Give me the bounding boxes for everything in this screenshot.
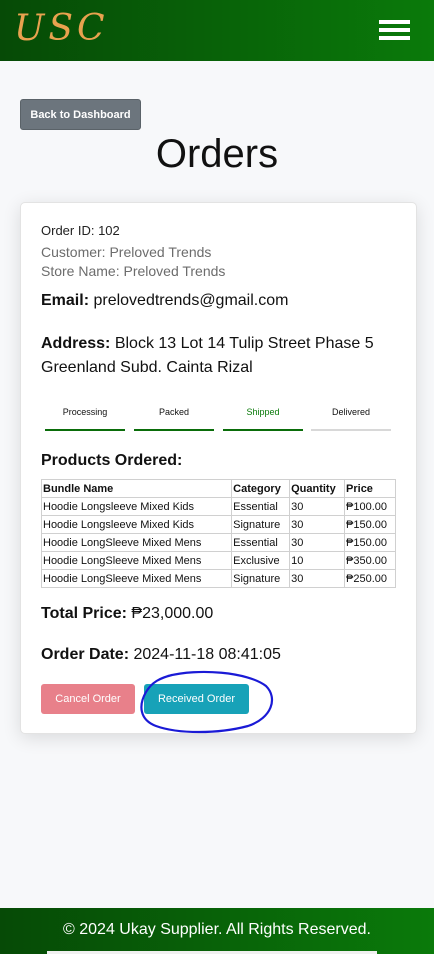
table-row: Hoodie LongSleeve Mixed Mens Exclusive 1… (40, 551, 396, 570)
cell-quantity: 30 (289, 497, 346, 516)
table-row: Hoodie Longsleeve Mixed Kids Signature 3… (40, 515, 396, 534)
email-value: prelovedtrends@gmail.com (93, 292, 289, 309)
cell-price: ₱350.00 (344, 551, 396, 570)
brand-logo[interactable]: USC (14, 8, 109, 49)
cell-bundle-name: Hoodie Longsleeve Mixed Kids (40, 515, 233, 534)
column-header-category: Category (231, 479, 291, 498)
page-title: Orders (155, 132, 279, 176)
column-header-quantity: Quantity (289, 479, 346, 498)
store-name: Store Name: Preloved Trends (41, 263, 226, 279)
cell-quantity: 30 (289, 569, 346, 588)
cell-quantity: 30 (289, 515, 346, 534)
table-row: Hoodie LongSleeve Mixed Mens Signature 3… (40, 569, 396, 588)
products-heading: Products Ordered: (41, 452, 183, 469)
back-to-dashboard-button[interactable]: Back to Dashboard (20, 99, 141, 130)
email-line: Email: prelovedtrends@gmail.com (41, 292, 288, 310)
cell-price: ₱150.00 (344, 515, 396, 534)
cell-quantity: 30 (289, 533, 346, 552)
table-row: Hoodie LongSleeve Mixed Mens Essential 3… (40, 533, 396, 552)
total-price-value: ₱23,000.00 (131, 605, 214, 622)
status-step-packed: Packed (134, 407, 214, 431)
cell-price: ₱250.00 (344, 569, 396, 588)
cell-price: ₱150.00 (344, 533, 396, 552)
cell-category: Signature (231, 569, 291, 588)
hamburger-menu-icon[interactable] (379, 20, 410, 40)
order-date-value: 2024-11-18 08:41:05 (133, 646, 281, 663)
cell-bundle-name: Hoodie LongSleeve Mixed Mens (40, 551, 233, 570)
order-id: Order ID: 102 (41, 223, 120, 238)
order-date-line: Order Date: 2024-11-18 08:41:05 (41, 646, 281, 664)
cell-bundle-name: Hoodie LongSleeve Mixed Mens (40, 533, 233, 552)
top-navbar: USC (0, 0, 434, 61)
products-table: Bundle Name Category Quantity Price Hood… (40, 479, 396, 588)
cell-category: Essential (231, 497, 291, 516)
status-step-shipped: Shipped (223, 407, 303, 431)
copyright-text: © 2024 Ukay Supplier. All Rights Reserve… (63, 921, 371, 938)
status-step-delivered: Delivered (311, 407, 391, 431)
table-header-row: Bundle Name Category Quantity Price (40, 479, 396, 498)
cancel-order-button[interactable]: Cancel Order (41, 684, 135, 714)
table-row: Hoodie Longsleeve Mixed Kids Essential 3… (40, 497, 396, 516)
received-order-button[interactable]: Received Order (144, 684, 249, 714)
order-date-label: Order Date: (41, 646, 130, 663)
address-label: Address: (41, 335, 111, 352)
page-footer: © 2024 Ukay Supplier. All Rights Reserve… (0, 908, 434, 954)
address-line: Address: Block 13 Lot 14 Tulip Street Ph… (41, 332, 391, 380)
email-label: Email: (41, 292, 90, 309)
order-card: Order ID: 102 Customer: Preloved Trends … (20, 202, 417, 734)
column-header-bundle-name: Bundle Name (40, 479, 233, 498)
cell-category: Exclusive (231, 551, 291, 570)
cell-bundle-name: Hoodie LongSleeve Mixed Mens (40, 569, 233, 588)
status-step-processing: Processing (45, 407, 125, 431)
order-status-tracker: Processing Packed Shipped Delivered (45, 407, 393, 433)
cell-quantity: 10 (289, 551, 346, 570)
cell-bundle-name: Hoodie Longsleeve Mixed Kids (40, 497, 233, 516)
cell-category: Signature (231, 515, 291, 534)
cell-price: ₱100.00 (344, 497, 396, 516)
total-price-label: Total Price: (41, 605, 127, 622)
customer-name: Customer: Preloved Trends (41, 244, 212, 260)
column-header-price: Price (344, 479, 396, 498)
total-price-line: Total Price: ₱23,000.00 (41, 605, 213, 623)
cell-category: Essential (231, 533, 291, 552)
